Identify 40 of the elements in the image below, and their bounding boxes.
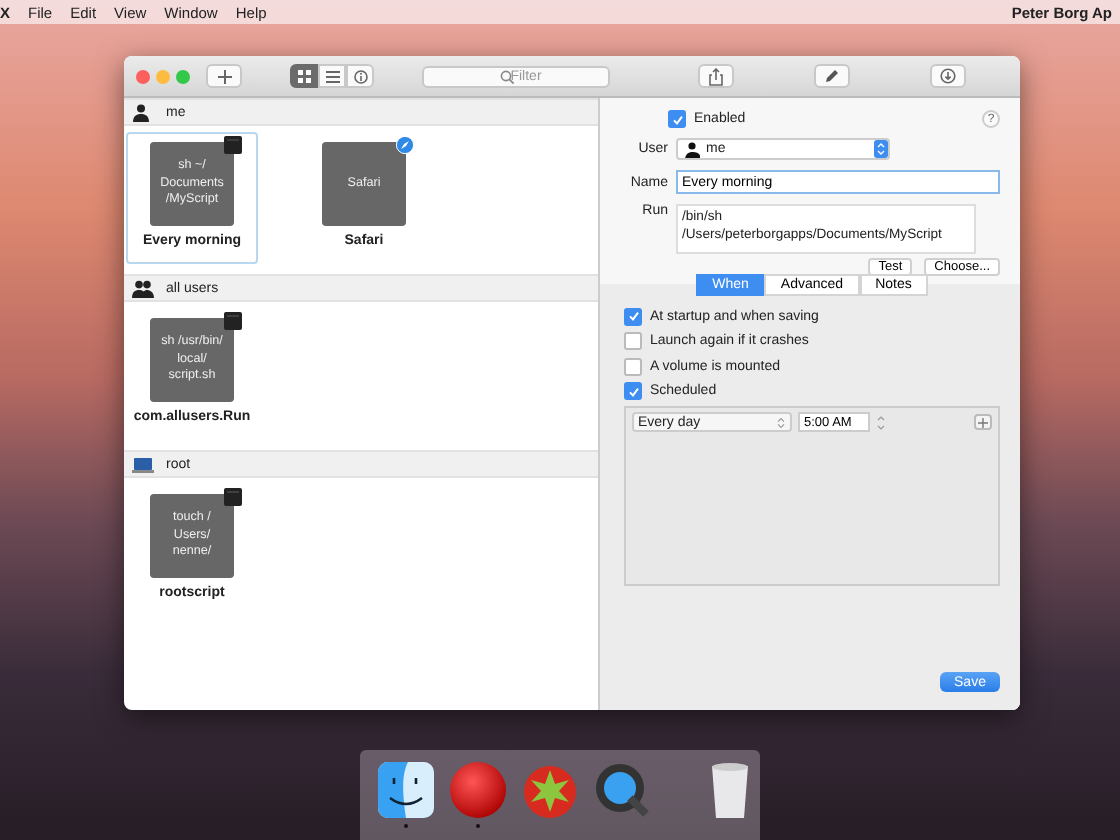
add-button[interactable] xyxy=(206,64,242,88)
info-tab[interactable] xyxy=(346,64,374,88)
checkmark-icon xyxy=(627,310,639,323)
download-button[interactable] xyxy=(930,64,966,88)
checkbox[interactable] xyxy=(668,110,686,128)
finder-face-icon[interactable] xyxy=(376,760,436,820)
updown-icon xyxy=(776,415,786,429)
share-button[interactable] xyxy=(698,64,734,88)
checkbox[interactable] xyxy=(624,382,642,401)
checkmark-icon xyxy=(671,113,683,125)
stepper-icon[interactable] xyxy=(876,413,886,431)
checkbox[interactable] xyxy=(624,357,642,376)
checkmark-icon xyxy=(627,385,639,398)
plus-icon xyxy=(217,69,231,83)
add-button[interactable] xyxy=(974,414,992,430)
terminal-icon xyxy=(224,488,242,506)
checkbox[interactable] xyxy=(624,332,642,351)
list-icon xyxy=(325,69,339,83)
list-view-tab[interactable] xyxy=(318,64,346,88)
person-icon xyxy=(684,141,700,157)
stepper-icon xyxy=(874,140,888,158)
people-icon xyxy=(132,279,154,297)
plus-icon xyxy=(978,417,988,427)
grid-view-tab[interactable] xyxy=(290,64,318,88)
checkbox[interactable] xyxy=(624,307,642,326)
share-icon xyxy=(708,67,724,85)
compass-icon xyxy=(396,136,414,154)
pencil-icon xyxy=(824,68,840,84)
grid-icon xyxy=(297,69,311,83)
tomato-icon[interactable] xyxy=(520,760,580,820)
quicktime-icon[interactable] xyxy=(592,760,652,820)
laptop-icon xyxy=(132,455,154,473)
edit-button[interactable] xyxy=(814,64,850,88)
terminal-icon xyxy=(224,136,242,154)
ball-icon[interactable] xyxy=(448,760,508,820)
search-icon xyxy=(500,69,514,83)
info-icon xyxy=(353,69,367,83)
download-icon xyxy=(940,68,956,84)
terminal-icon xyxy=(224,312,242,330)
person-icon xyxy=(132,103,154,121)
